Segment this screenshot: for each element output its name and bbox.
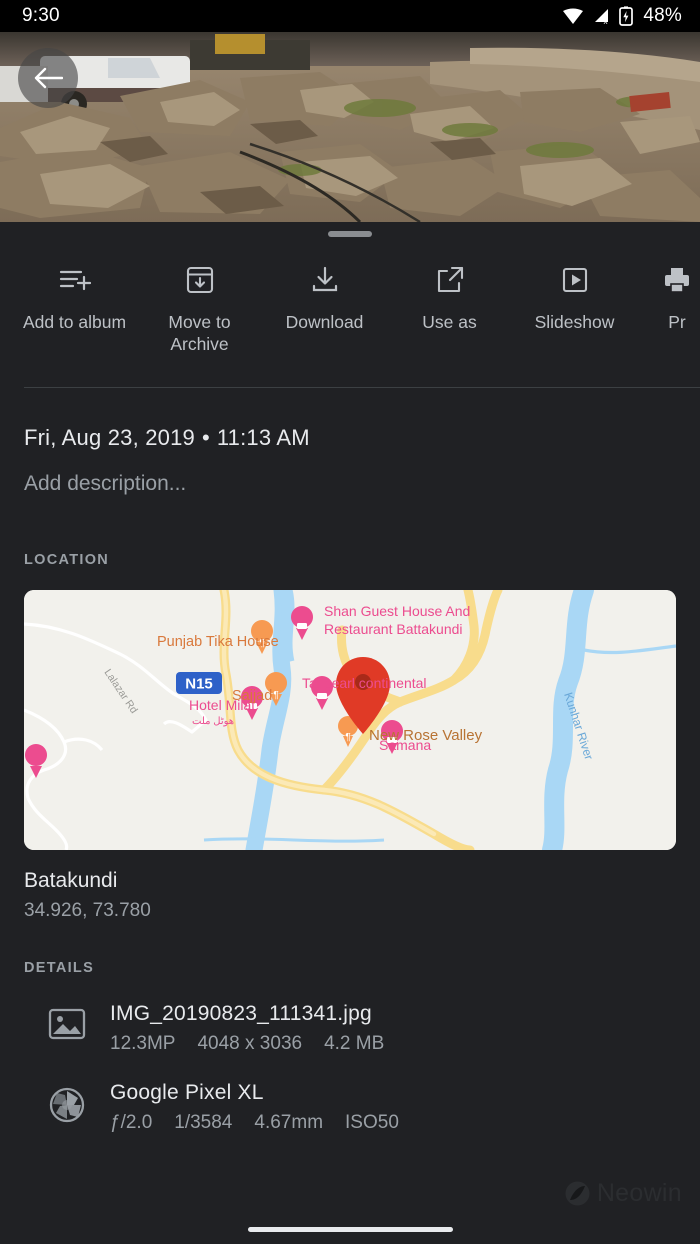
- slideshow-play-icon: [560, 263, 590, 297]
- archive-icon: [185, 263, 215, 297]
- svg-text:¶: ¶: [345, 732, 350, 743]
- svg-text:Sajjad: Sajjad: [232, 688, 272, 704]
- svg-text:Taj pearl continental: Taj pearl continental: [302, 675, 427, 691]
- focal-length-value: 4.67mm: [254, 1112, 324, 1133]
- svg-text:Shan Guest House And: Shan Guest House And: [324, 603, 470, 619]
- location-map[interactable]: N15 ¶ ¶ ¶ Shan Guest House And Restauran…: [24, 590, 676, 850]
- arrow-left-icon: [34, 67, 63, 89]
- action-label: Add to album: [22, 312, 127, 332]
- photo-preview[interactable]: [0, 32, 700, 222]
- action-slideshow[interactable]: Slideshow: [512, 263, 637, 333]
- detail-text: IMG_20190823_111341.jpg 12.3MP 4048 x 303…: [110, 1002, 384, 1055]
- action-move-to-archive[interactable]: Move to Archive: [137, 263, 262, 355]
- camera-meta: ƒ/2.0 1/3584 4.67mm ISO50: [110, 1112, 399, 1134]
- action-row[interactable]: Add to album Move to Archive Download Us…: [0, 237, 700, 377]
- action-print[interactable]: Pr: [637, 263, 700, 333]
- battery-percent-label: 48%: [643, 5, 682, 26]
- capture-time: 11:13 AM: [216, 425, 310, 450]
- camera-model: Google Pixel XL: [110, 1081, 264, 1104]
- capture-datetime[interactable]: Fri, Aug 23, 2019 • 11:13 AM: [0, 388, 700, 451]
- location-place-name: Batakundi: [24, 869, 118, 892]
- shutter-speed-value: 1/3584: [174, 1112, 233, 1133]
- detail-text: Google Pixel XL ƒ/2.0 1/3584 4.67mm ISO50: [110, 1081, 399, 1134]
- download-icon: [310, 263, 340, 297]
- action-label: Pr: [668, 312, 686, 332]
- svg-text:هوٹل ملت: هوٹل ملت: [192, 716, 234, 727]
- svg-text:¶: ¶: [273, 690, 278, 701]
- details-section-title: DETAILS: [24, 960, 95, 976]
- add-to-album-icon: [59, 263, 91, 297]
- svg-text:x: x: [604, 17, 608, 25]
- wifi-icon: [562, 7, 584, 25]
- action-download[interactable]: Download: [262, 263, 387, 333]
- open-external-icon: [435, 263, 465, 297]
- camera-aperture-icon: [24, 1081, 110, 1124]
- action-label: Use as: [422, 312, 477, 332]
- file-meta: 12.3MP 4048 x 3036 4.2 MB: [110, 1033, 384, 1055]
- svg-text:New Rose Valley: New Rose Valley: [369, 727, 483, 744]
- svg-text:Punjab Tika House: Punjab Tika House: [157, 634, 279, 650]
- status-bar-indicators: x 48%: [562, 5, 682, 27]
- action-label: Slideshow: [534, 312, 615, 332]
- svg-text:Restaurant Battakundi: Restaurant Battakundi: [324, 621, 463, 637]
- capture-date: Fri, Aug 23, 2019: [24, 425, 195, 450]
- svg-text:N15: N15: [185, 676, 213, 693]
- aperture-value: ƒ/2.0: [110, 1112, 153, 1133]
- map-image: N15 ¶¶¶ Shan Guest House And Restaurant …: [24, 590, 676, 850]
- navigation-bar: [0, 1215, 700, 1244]
- highway-badge-n15: N15: [176, 672, 222, 694]
- iso-value: ISO50: [345, 1112, 399, 1133]
- status-bar: 9:30 x 48%: [0, 0, 700, 32]
- file-name: IMG_20190823_111341.jpg: [110, 1002, 372, 1025]
- datetime-separator: •: [201, 425, 210, 450]
- photo-image: [0, 32, 700, 222]
- status-bar-clock: 9:30: [22, 5, 60, 26]
- file-megapixels: 12.3MP: [110, 1033, 176, 1054]
- battery-charging-icon: [619, 6, 634, 26]
- file-dimensions: 4048 x 3036: [197, 1033, 303, 1054]
- action-add-to-album[interactable]: Add to album: [12, 263, 137, 333]
- action-label: Download: [285, 312, 364, 332]
- location-coordinates: 34.926, 73.780: [24, 900, 151, 921]
- description-input[interactable]: Add description...: [0, 451, 700, 496]
- back-button[interactable]: [18, 48, 78, 108]
- file-size: 4.2 MB: [324, 1033, 385, 1054]
- location-section-title: LOCATION: [24, 552, 110, 568]
- details-sheet: Add to album Move to Archive Download Us…: [0, 222, 700, 1244]
- detail-row-file[interactable]: IMG_20190823_111341.jpg 12.3MP 4048 x 303…: [0, 976, 700, 1055]
- action-use-as[interactable]: Use as: [387, 263, 512, 333]
- image-icon: [24, 1002, 110, 1041]
- action-label: Move to Archive: [168, 312, 231, 354]
- photo-details-screen: 9:30 x 48% Add to album Move to Archive …: [0, 0, 700, 1244]
- cellular-no-signal-icon: x: [592, 7, 611, 25]
- home-gesture-pill[interactable]: [247, 1227, 453, 1232]
- print-icon: [662, 263, 692, 297]
- detail-row-camera[interactable]: Google Pixel XL ƒ/2.0 1/3584 4.67mm ISO50: [0, 1055, 700, 1134]
